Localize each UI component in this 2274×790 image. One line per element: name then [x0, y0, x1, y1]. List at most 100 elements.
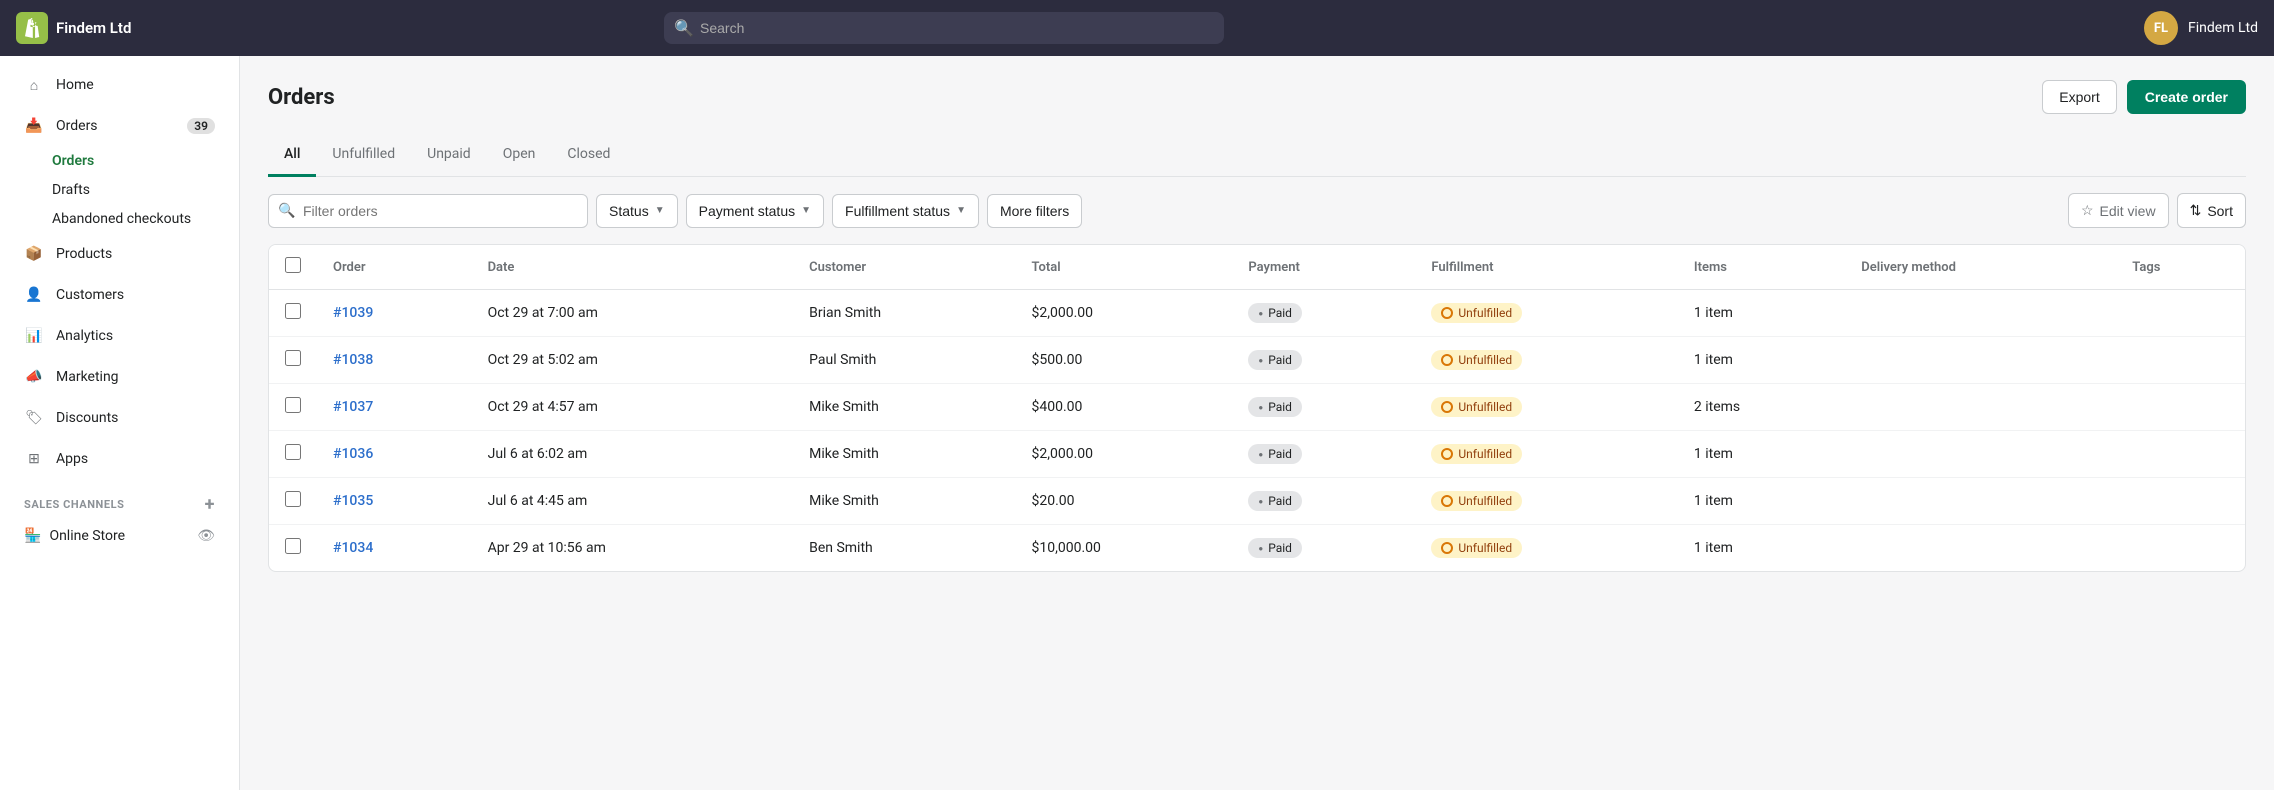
search-icon: 🔍	[674, 19, 694, 38]
create-order-button[interactable]: Create order	[2127, 80, 2246, 114]
cell-order-5[interactable]: #1034	[317, 525, 472, 572]
row-checkbox-2[interactable]	[285, 397, 301, 413]
sidebar-sub-item-abandoned[interactable]: Abandoned checkouts	[8, 205, 231, 233]
cell-fulfillment-5: Unfulfilled	[1415, 525, 1678, 572]
search-input[interactable]	[664, 12, 1224, 44]
cell-items-3: 1 item	[1678, 431, 1845, 478]
cell-customer-5: Ben Smith	[793, 525, 1015, 572]
sidebar-label-home: Home	[56, 77, 94, 93]
filters-bar: 🔍 Status ▼ Payment status ▼ Fulfillment …	[268, 193, 2246, 228]
row-checkbox-4[interactable]	[285, 491, 301, 507]
cell-order-2[interactable]: #1037	[317, 384, 472, 431]
cell-payment-0: Paid	[1232, 290, 1415, 337]
row-checkbox-5[interactable]	[285, 538, 301, 554]
table-row: #1037 Oct 29 at 4:57 am Mike Smith $400.…	[269, 384, 2245, 431]
unfulfilled-circle-icon	[1441, 495, 1453, 507]
cell-total-4: $20.00	[1016, 478, 1233, 525]
cell-payment-5: Paid	[1232, 525, 1415, 572]
cell-fulfillment-4: Unfulfilled	[1415, 478, 1678, 525]
cell-delivery-5	[1845, 525, 2116, 572]
cell-total-0: $2,000.00	[1016, 290, 1233, 337]
cell-items-2: 2 items	[1678, 384, 1845, 431]
cell-delivery-2	[1845, 384, 2116, 431]
edit-view-button[interactable]: ☆ Edit view	[2068, 193, 2169, 228]
cell-delivery-4	[1845, 478, 2116, 525]
payment-chevron-icon: ▼	[801, 205, 811, 216]
sidebar-item-analytics[interactable]: 📊 Analytics	[8, 316, 231, 356]
cell-customer-0: Brian Smith	[793, 290, 1015, 337]
sort-button[interactable]: ⇅ Sort	[2177, 193, 2246, 228]
tab-closed[interactable]: Closed	[551, 134, 626, 177]
sidebar-item-home[interactable]: ⌂ Home	[8, 65, 231, 105]
sidebar-label-orders: Orders	[56, 118, 98, 134]
logo[interactable]: Findem Ltd	[16, 12, 196, 44]
avatar[interactable]: FL	[2144, 11, 2178, 45]
sort-label: Sort	[2207, 203, 2233, 219]
analytics-icon: 📊	[24, 326, 44, 346]
payment-status-filter-button[interactable]: Payment status ▼	[686, 194, 824, 228]
sidebar: ⌂ Home 📥 Orders 39 Orders Drafts Abandon…	[0, 56, 240, 790]
cell-payment-1: Paid	[1232, 337, 1415, 384]
tab-unpaid[interactable]: Unpaid	[411, 134, 487, 177]
shopify-logo-icon	[16, 12, 48, 44]
row-checkbox-cell	[269, 431, 317, 478]
main-content: Orders Export Create order All Unfulfill…	[240, 56, 2274, 790]
unfulfilled-circle-icon	[1441, 448, 1453, 460]
row-checkbox-cell	[269, 384, 317, 431]
export-button[interactable]: Export	[2042, 80, 2116, 114]
cell-order-4[interactable]: #1035	[317, 478, 472, 525]
col-items: Items	[1678, 245, 1845, 290]
cell-order-3[interactable]: #1036	[317, 431, 472, 478]
fulfillment-status-label: Fulfillment status	[845, 203, 950, 219]
search-bar: 🔍	[664, 12, 1224, 44]
cell-items-0: 1 item	[1678, 290, 1845, 337]
filter-orders-input[interactable]	[268, 194, 588, 228]
sidebar-sub-item-orders[interactable]: Orders	[8, 147, 231, 175]
eye-icon[interactable]: 👁	[197, 528, 215, 544]
cell-fulfillment-1: Unfulfilled	[1415, 337, 1678, 384]
cell-date-2: Oct 29 at 4:57 am	[472, 384, 794, 431]
more-filters-button[interactable]: More filters	[987, 194, 1082, 228]
cell-order-1[interactable]: #1038	[317, 337, 472, 384]
fulfillment-status-filter-button[interactable]: Fulfillment status ▼	[832, 194, 979, 228]
add-sales-channel-icon[interactable]: +	[205, 494, 215, 515]
select-all-checkbox[interactable]	[285, 257, 301, 273]
row-checkbox-1[interactable]	[285, 350, 301, 366]
row-checkbox-cell	[269, 478, 317, 525]
status-filter-button[interactable]: Status ▼	[596, 194, 678, 228]
sidebar-label-customers: Customers	[56, 287, 124, 303]
row-checkbox-3[interactable]	[285, 444, 301, 460]
orders-table-container: Order Date Customer Total Payment Fulfil…	[268, 244, 2246, 572]
tab-open[interactable]: Open	[487, 134, 552, 177]
cell-fulfillment-0: Unfulfilled	[1415, 290, 1678, 337]
sidebar-item-marketing[interactable]: 📣 Marketing	[8, 357, 231, 397]
topbar: Findem Ltd 🔍 FL Findem Ltd	[0, 0, 2274, 56]
order-tabs: All Unfulfilled Unpaid Open Closed	[268, 134, 2246, 177]
tab-all[interactable]: All	[268, 134, 316, 177]
col-tags: Tags	[2116, 245, 2245, 290]
unfulfilled-circle-icon	[1441, 401, 1453, 413]
sidebar-sub-item-drafts[interactable]: Drafts	[8, 176, 231, 204]
sidebar-item-orders[interactable]: 📥 Orders 39	[8, 106, 231, 146]
sidebar-item-online-store[interactable]: 🏪 Online Store 👁	[8, 520, 231, 552]
row-checkbox-0[interactable]	[285, 303, 301, 319]
customers-icon: 👤	[24, 285, 44, 305]
order-search: 🔍	[268, 194, 588, 228]
sidebar-item-discounts[interactable]: 🏷 Discounts	[8, 398, 231, 438]
cell-date-0: Oct 29 at 7:00 am	[472, 290, 794, 337]
orders-badge: 39	[187, 118, 215, 134]
tab-unfulfilled[interactable]: Unfulfilled	[316, 134, 411, 177]
sidebar-item-apps[interactable]: ⊞ Apps	[8, 439, 231, 479]
page-title: Orders	[268, 85, 335, 110]
sidebar-label-analytics: Analytics	[56, 328, 113, 344]
cell-total-2: $400.00	[1016, 384, 1233, 431]
sidebar-label-products: Products	[56, 246, 112, 262]
row-checkbox-cell	[269, 290, 317, 337]
status-filter-label: Status	[609, 203, 649, 219]
unfulfilled-circle-icon	[1441, 307, 1453, 319]
sidebar-item-products[interactable]: 📦 Products	[8, 234, 231, 274]
sidebar-item-customers[interactable]: 👤 Customers	[8, 275, 231, 315]
cell-tags-1	[2116, 337, 2245, 384]
cell-order-0[interactable]: #1039	[317, 290, 472, 337]
filter-search-icon: 🔍	[278, 203, 295, 219]
